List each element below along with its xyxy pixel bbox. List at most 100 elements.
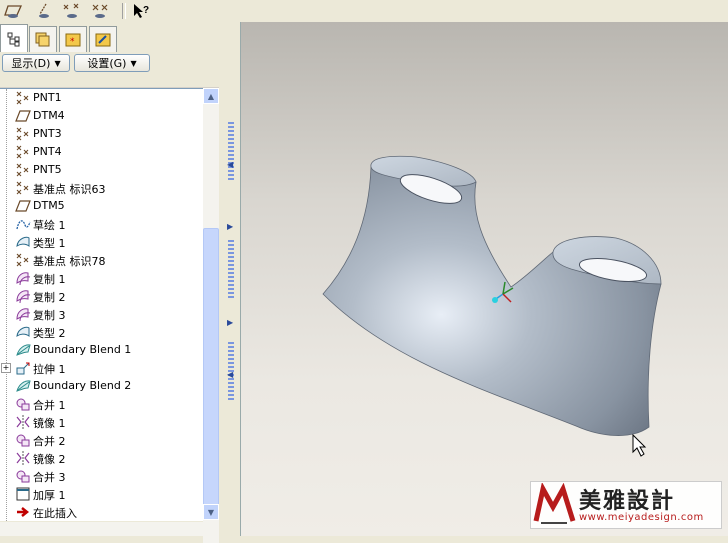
model-tree-icon — [7, 32, 20, 46]
extrude-icon — [15, 360, 31, 376]
tree-item-label: DTM5 — [33, 199, 65, 212]
tree-item-label: 在此插入 — [33, 507, 77, 520]
favorites-tab[interactable]: * — [59, 26, 87, 52]
tree-item[interactable]: 合并 3 — [0, 467, 203, 485]
plane-datum-icon[interactable] — [2, 1, 24, 21]
model-tree-tab[interactable] — [0, 24, 28, 52]
boundary-blend-icon — [15, 342, 31, 358]
tree-item[interactable]: DTM5 — [0, 197, 203, 215]
tree-item-label: PNT1 — [33, 91, 62, 104]
tree-item-label: 类型 1 — [33, 237, 66, 250]
tree-item[interactable]: 基准点 标识78 — [0, 251, 203, 269]
expand-right-icon[interactable]: ▶ — [227, 318, 233, 327]
collapse-left-icon[interactable]: ◀ — [227, 160, 233, 169]
expand-right-icon[interactable]: ▶ — [227, 222, 233, 231]
tree-item[interactable]: PNT5 — [0, 161, 203, 179]
tree-item[interactable]: PNT3 — [0, 125, 203, 143]
splitter-grip[interactable] — [228, 122, 234, 182]
connections-tab[interactable] — [89, 26, 117, 52]
show-menu-button[interactable]: 显示(D) ▼ — [2, 54, 70, 72]
tree-item-label: 复制 3 — [33, 309, 66, 322]
tree-item[interactable]: 合并 2 — [0, 431, 203, 449]
tree-item[interactable]: 草绘 1 — [0, 215, 203, 233]
watermark-m-logo-icon — [533, 483, 576, 524]
datum-point-icon — [15, 144, 31, 160]
tree-item[interactable]: 复制 2 — [0, 287, 203, 305]
tree-item[interactable]: 在此插入 — [0, 503, 203, 521]
tree-item[interactable]: PNT1 — [0, 89, 203, 107]
panel-splitter[interactable]: ◀ ▶ ▶ ◀ — [224, 22, 240, 536]
tree-item[interactable]: Boundary Blend 2 — [0, 377, 203, 395]
tree-item-label: 合并 2 — [33, 435, 66, 448]
datum-plane-icon — [15, 108, 31, 124]
tree-item[interactable]: 类型 1 — [0, 233, 203, 251]
model-3d-render[interactable] — [241, 22, 728, 536]
tree-item[interactable]: 基准点 标识63 — [0, 179, 203, 197]
tree-item-label: PNT3 — [33, 127, 62, 140]
tree-item[interactable]: 复制 3 — [0, 305, 203, 323]
tree-item[interactable]: Boundary Blend 1 — [0, 341, 203, 359]
csys-datum-icon[interactable] — [89, 1, 111, 21]
model-tree[interactable]: PNT1 DTM4 PNT3 PNT4 PNT5 基准点 标识63 DTM5 草绘 1 类型 1… — [0, 88, 203, 521]
dropdown-arrow-icon: ▼ — [54, 58, 61, 68]
toolbar-separator — [122, 3, 126, 19]
boundary-blend-icon — [15, 378, 31, 394]
expand-toggle-icon[interactable]: + — [1, 363, 11, 373]
merge-icon — [15, 432, 31, 448]
datum-point-icon — [15, 180, 31, 196]
tree-item[interactable]: 加厚 1 — [0, 485, 203, 503]
axis-datum-icon[interactable] — [32, 1, 54, 21]
sketch-icon — [15, 216, 31, 232]
tree-item-label: 拉伸 1 — [33, 363, 66, 376]
tree-item-label: PNT4 — [33, 145, 62, 158]
point-datum-icon[interactable] — [61, 1, 83, 21]
tree-vertical-scrollbar[interactable]: ▲ ▼ — [203, 88, 219, 543]
tree-item-label: PNT5 — [33, 163, 62, 176]
tree-item[interactable]: 复制 1 — [0, 269, 203, 287]
layers-tab[interactable] — [29, 26, 57, 52]
watermark-logo: 美雅設計 www.meiyadesign.com — [530, 481, 722, 529]
collapse-left-icon[interactable]: ◀ — [227, 370, 233, 379]
tree-item-label: 类型 2 — [33, 327, 66, 340]
datum-point-icon — [15, 162, 31, 178]
datum-point-icon — [15, 90, 31, 106]
context-help-icon[interactable]: ? — [130, 1, 152, 21]
tree-column-header — [0, 75, 219, 88]
copy-icon — [15, 270, 31, 286]
tree-horizontal-scrollbar[interactable] — [0, 522, 203, 536]
mirror-icon — [15, 414, 31, 430]
datum-point-icon — [15, 252, 31, 268]
thicken-icon — [15, 486, 31, 502]
scroll-up-button[interactable]: ▲ — [203, 88, 219, 104]
tree-item[interactable]: DTM4 — [0, 107, 203, 125]
tree-item-label: 基准点 标识78 — [33, 255, 106, 268]
tree-item-label: 基准点 标识63 — [33, 183, 106, 196]
tree-item[interactable]: + 拉伸 1 — [0, 359, 203, 377]
merge-icon — [15, 396, 31, 412]
tree-item-label: 复制 2 — [33, 291, 66, 304]
scrollbar-thumb[interactable] — [203, 228, 219, 520]
scroll-down-button[interactable]: ▼ — [203, 504, 219, 520]
watermark-url: www.meiyadesign.com — [579, 512, 704, 523]
watermark-title: 美雅設計 — [579, 489, 676, 514]
tree-item-label: DTM4 — [33, 109, 65, 122]
splitter-grip[interactable] — [228, 240, 234, 300]
surface-icon — [15, 234, 31, 250]
show-menu-label: 显示(D) — [11, 57, 51, 70]
tree-item[interactable]: PNT4 — [0, 143, 203, 161]
settings-menu-button[interactable]: 设置(G) ▼ — [74, 54, 150, 72]
svg-text:*: * — [70, 37, 75, 47]
graphics-viewport[interactable] — [240, 22, 728, 536]
tree-item-label: 镜像 2 — [33, 453, 66, 466]
model-body — [322, 166, 662, 436]
datum-plane-icon — [15, 198, 31, 214]
tree-item[interactable]: 类型 2 — [0, 323, 203, 341]
tree-item[interactable]: 合并 1 — [0, 395, 203, 413]
copy-icon — [15, 288, 31, 304]
dropdown-arrow-icon: ▼ — [130, 58, 137, 68]
mouse-cursor-icon — [632, 433, 647, 457]
navigator-tabs: * — [0, 24, 224, 52]
tree-item[interactable]: 镜像 2 — [0, 449, 203, 467]
merge-icon — [15, 468, 31, 484]
tree-item[interactable]: 镜像 1 — [0, 413, 203, 431]
